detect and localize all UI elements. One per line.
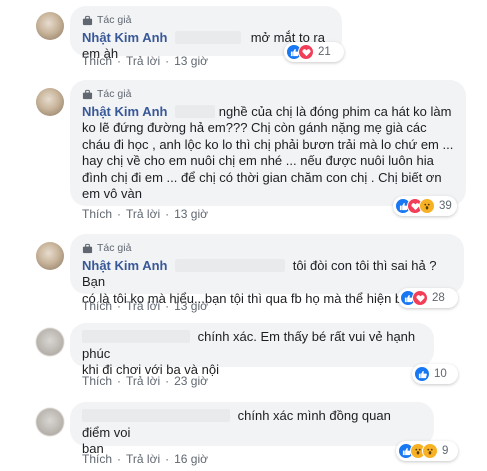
redacted-name: [175, 104, 216, 118]
redacted-name: [175, 30, 242, 44]
reaction-summary[interactable]: 39: [393, 196, 457, 216]
author-name[interactable]: Nhật Kim Anh: [82, 258, 167, 273]
like-link[interactable]: Thích: [82, 452, 112, 466]
reaction-count: 39: [439, 200, 452, 212]
redacted-name: [82, 409, 230, 422]
avatar[interactable]: [36, 328, 64, 356]
reaction-summary[interactable]: 21: [284, 42, 344, 62]
comment-actions: Thích · Trả lời · 13 giờ: [82, 207, 208, 221]
like-link[interactable]: Thích: [82, 54, 112, 68]
reply-link[interactable]: Trả lời: [126, 54, 160, 68]
heart-reaction-icon: [412, 290, 428, 306]
avatar[interactable]: [36, 408, 64, 436]
comment-bubble: Tác giả Nhật Kim Anh tôi đòi con tôi thì…: [70, 234, 464, 306]
comment-actions: Thích · Trả lời · 23 giờ: [82, 374, 208, 388]
avatar[interactable]: [36, 12, 64, 40]
author-name[interactable]: Nhật Kim Anh: [82, 30, 167, 45]
comment-bubble: chính xác. Em thấy bé rất vui vẻ hạnh ph…: [70, 323, 434, 377]
reply-link[interactable]: Trả lời: [126, 452, 160, 466]
comment-text-line: cháu đi học , anh lộc ko lo thì chị phải…: [82, 136, 454, 152]
reaction-count: 10: [434, 368, 447, 380]
reaction-count: 21: [318, 46, 331, 58]
redacted-name: [175, 258, 286, 272]
comment-actions: Thích · Trả lời · 16 giờ: [82, 452, 208, 466]
reply-link[interactable]: Trả lời: [126, 374, 160, 388]
author-badge-icon: [82, 89, 93, 100]
like-link[interactable]: Thích: [82, 299, 112, 313]
comment-text-line: nghề của chị là đóng phim ca hát ko làm: [218, 103, 452, 119]
heart-reaction-icon: [298, 44, 314, 60]
author-name[interactable]: Nhật Kim Anh: [82, 104, 167, 119]
comment-time[interactable]: 23 giờ: [174, 374, 208, 388]
comment-actions: Thích · Trả lời · 13 giờ: [82, 54, 208, 68]
reply-link[interactable]: Trả lời: [126, 299, 160, 313]
comment-time[interactable]: 13 giờ: [174, 207, 208, 221]
comment-time[interactable]: 16 giờ: [174, 452, 208, 466]
reaction-summary[interactable]: 10: [412, 364, 458, 384]
comment-time[interactable]: 13 giờ: [174, 299, 208, 313]
wow-reaction-icon: [419, 198, 435, 214]
comment-text-line: ko lẽ đứng đường hả em??? Chị còn gánh n…: [82, 120, 427, 135]
comment-bubble: chính xác mình đồng quan điểm voi ban: [70, 402, 434, 456]
author-badge-label: Tác giả: [97, 242, 132, 254]
like-link[interactable]: Thích: [82, 374, 112, 388]
author-badge-icon: [82, 15, 93, 26]
wow-reaction-icon: [422, 443, 438, 459]
reply-link[interactable]: Trả lời: [126, 207, 160, 221]
author-badge-icon: [82, 243, 93, 254]
reaction-count: 9: [442, 445, 449, 457]
avatar[interactable]: [36, 242, 64, 270]
reaction-summary[interactable]: 9: [396, 441, 458, 461]
reaction-summary[interactable]: 28: [398, 288, 458, 308]
avatar[interactable]: [36, 88, 64, 116]
comment-text-line: hay chị về cho em nuôi chị em nhé ... nế…: [82, 153, 434, 168]
comment-actions: Thích · Trả lời · 13 giờ: [82, 299, 208, 313]
comment-time[interactable]: 13 giờ: [174, 54, 208, 68]
comment-bubble: Tác giả Nhật Kim Anh nghề của chị là đón…: [70, 80, 466, 206]
redacted-name: [82, 330, 190, 343]
author-badge: Tác giả: [82, 240, 452, 257]
author-badge-label: Tác giả: [97, 14, 132, 26]
like-reaction-icon: [414, 366, 430, 382]
comment-text-line: đình chị đi em ... để chị có thời gian c…: [82, 169, 442, 185]
author-badge: Tác giả: [82, 12, 330, 29]
author-badge-label: Tác giả: [97, 88, 132, 100]
author-badge: Tác giả: [82, 86, 454, 103]
like-link[interactable]: Thích: [82, 207, 112, 221]
reaction-count: 28: [432, 292, 445, 304]
